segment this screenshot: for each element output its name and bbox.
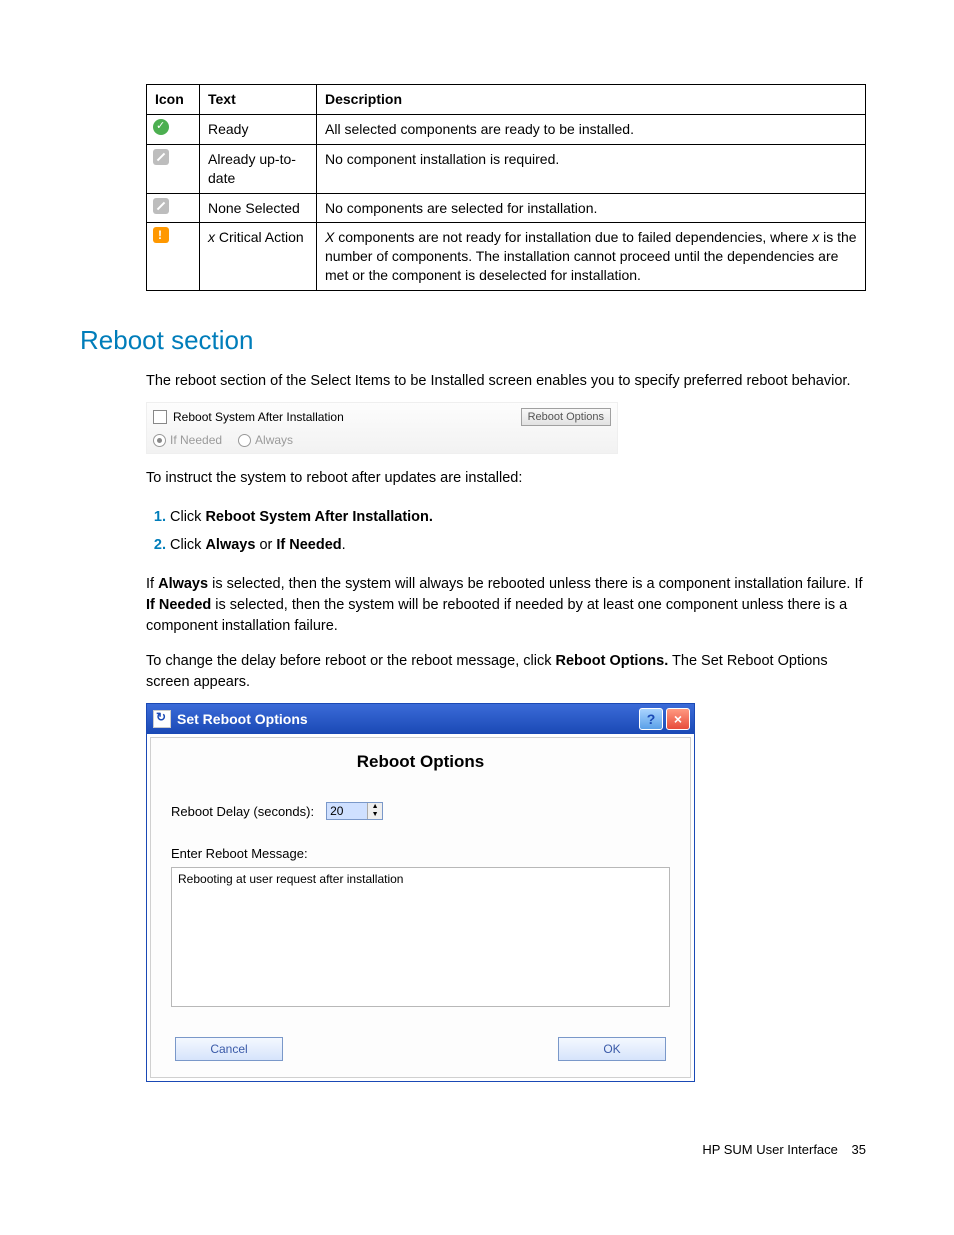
critical-icon	[153, 227, 169, 243]
ready-icon	[153, 119, 169, 135]
page-number: 35	[852, 1142, 866, 1157]
help-button[interactable]: ?	[639, 708, 663, 730]
if-needed-label: If Needed	[170, 433, 222, 447]
spin-down-icon[interactable]: ▼	[368, 811, 382, 819]
cell-desc: X components are not ready for installat…	[317, 223, 866, 291]
col-desc: Description	[317, 85, 866, 115]
steps-list: Click Reboot System After Installation. …	[146, 504, 866, 559]
table-row: None Selected No components are selected…	[147, 193, 866, 223]
cell-text: None Selected	[200, 193, 317, 223]
uptodate-icon	[153, 149, 169, 165]
dialog-heading: Reboot Options	[171, 752, 670, 772]
instruct-lead: To instruct the system to reboot after u…	[146, 468, 866, 489]
spin-up-icon[interactable]: ▲	[368, 803, 382, 811]
table-row: Ready All selected components are ready …	[147, 114, 866, 144]
table-row: x Critical Action X components are not r…	[147, 223, 866, 291]
ok-button[interactable]: OK	[558, 1037, 666, 1061]
delay-input[interactable]	[327, 803, 367, 819]
change-paragraph: To change the delay before reboot or the…	[146, 651, 866, 693]
dialog-app-icon	[153, 710, 171, 728]
always-label: Always	[255, 433, 293, 447]
delay-spinner[interactable]: ▲▼	[326, 802, 383, 820]
cell-text: x Critical Action	[200, 223, 317, 291]
none-selected-icon	[153, 198, 169, 214]
dialog-titlebar[interactable]: Set Reboot Options ? ×	[147, 704, 694, 734]
reboot-options-button[interactable]: Reboot Options	[521, 408, 611, 426]
set-reboot-options-dialog: Set Reboot Options ? × Reboot Options Re…	[146, 703, 695, 1082]
if-needed-radio[interactable]	[153, 434, 166, 447]
cell-text: Already up-to-date	[200, 144, 317, 193]
message-label: Enter Reboot Message:	[171, 846, 670, 861]
close-button[interactable]: ×	[666, 708, 690, 730]
cell-text: Ready	[200, 114, 317, 144]
reboot-strip-screenshot: Reboot System After Installation Reboot …	[146, 402, 618, 454]
page-footer: HP SUM User Interface 35	[88, 1142, 866, 1157]
reboot-system-label: Reboot System After Installation	[173, 410, 344, 424]
if-paragraph: If Always is selected, then the system w…	[146, 574, 866, 637]
col-icon: Icon	[147, 85, 200, 115]
always-radio[interactable]	[238, 434, 251, 447]
message-textarea[interactable]: Rebooting at user request after installa…	[171, 867, 670, 1007]
step-item: Click Always or If Needed.	[170, 532, 866, 560]
dialog-title-text: Set Reboot Options	[177, 711, 308, 727]
cell-desc: All selected components are ready to be …	[317, 114, 866, 144]
cell-desc: No component installation is required.	[317, 144, 866, 193]
icon-status-table: Icon Text Description Ready All selected…	[146, 84, 866, 291]
table-row: Already up-to-date No component installa…	[147, 144, 866, 193]
reboot-system-checkbox[interactable]	[153, 410, 167, 424]
intro-text: The reboot section of the Select Items t…	[146, 371, 866, 392]
section-heading: Reboot section	[80, 325, 866, 356]
col-text: Text	[200, 85, 317, 115]
delay-label: Reboot Delay (seconds):	[171, 804, 314, 819]
cell-desc: No components are selected for installat…	[317, 193, 866, 223]
cancel-button[interactable]: Cancel	[175, 1037, 283, 1061]
step-item: Click Reboot System After Installation.	[170, 504, 866, 532]
footer-text: HP SUM User Interface	[702, 1142, 838, 1157]
